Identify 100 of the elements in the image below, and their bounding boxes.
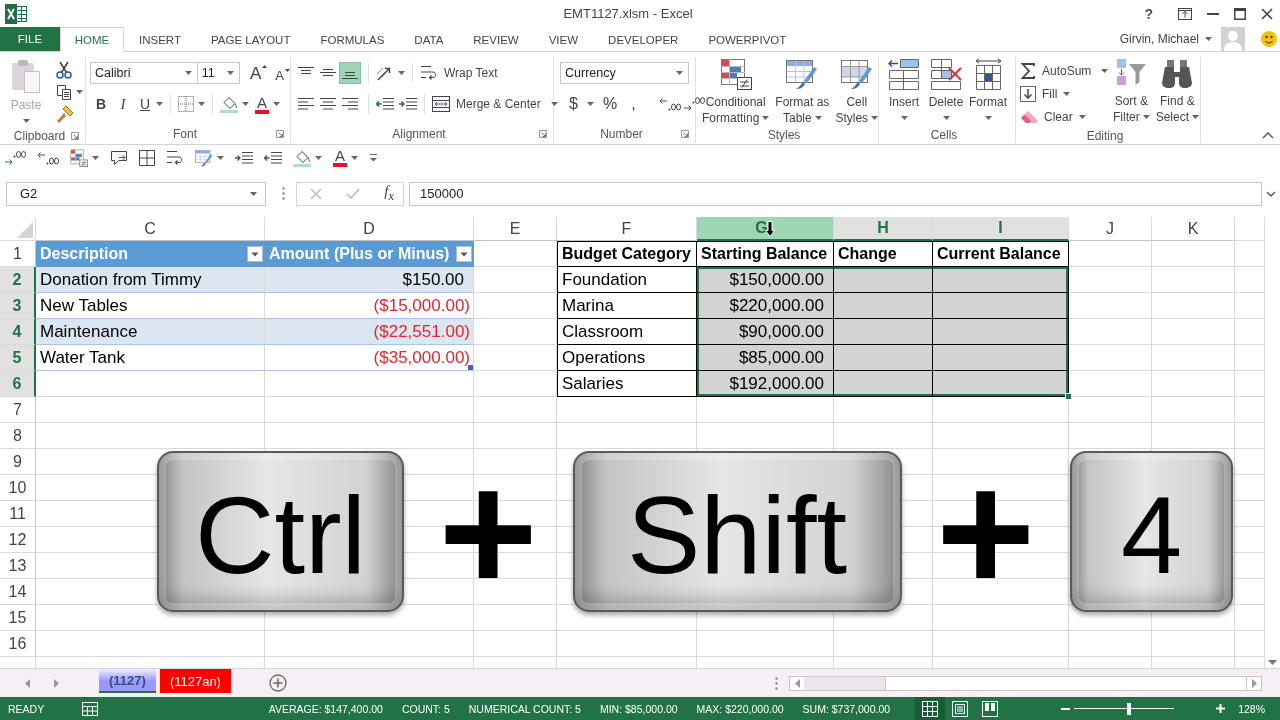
fill-button[interactable]: Fill bbox=[1020, 82, 1071, 105]
speech-bubble-icon[interactable] bbox=[110, 149, 128, 166]
customize-caret-icon[interactable] bbox=[369, 153, 378, 162]
insert-function-button[interactable]: f$_{x}$ bbox=[384, 183, 394, 204]
format-as-table-button[interactable]: Format as Table bbox=[772, 58, 833, 126]
insert-cells-button[interactable]: Insert bbox=[883, 58, 925, 126]
dialog-launcher-icon[interactable] bbox=[276, 130, 284, 138]
font-color-button[interactable]: A bbox=[255, 94, 269, 114]
triangle-left-icon[interactable] bbox=[794, 678, 800, 688]
cell-styles-button[interactable]: Cell Styles bbox=[832, 58, 882, 126]
copy-pages-icon[interactable] bbox=[56, 84, 72, 100]
help-button[interactable]: ? bbox=[1144, 6, 1153, 21]
smiley-icon[interactable] bbox=[1261, 31, 1277, 47]
font-style-button[interactable]: B bbox=[90, 93, 112, 115]
font-style-button[interactable]: U bbox=[134, 93, 156, 115]
formula-input[interactable]: 150000 bbox=[409, 181, 1262, 206]
font-size-combo[interactable]: 11 bbox=[196, 62, 240, 84]
paintbrush-icon[interactable] bbox=[56, 105, 74, 123]
column-header[interactable]: I bbox=[933, 217, 1069, 241]
shrink-font-button[interactable]: A bbox=[275, 68, 290, 82]
delete-cells-button[interactable]: Delete bbox=[925, 58, 967, 126]
align-right-icon[interactable] bbox=[342, 98, 358, 110]
merge-center-button[interactable]: Merge & Center bbox=[432, 93, 541, 115]
align-left-icon[interactable] bbox=[298, 98, 314, 110]
minimize-icon[interactable] bbox=[1207, 12, 1219, 15]
colored-table-icon[interactable] bbox=[70, 148, 88, 167]
zoom-slider-thumb[interactable] bbox=[1127, 702, 1132, 715]
ribbon-tab[interactable]: VIEW bbox=[533, 27, 594, 51]
horizontal-scrollbar[interactable] bbox=[789, 675, 1262, 691]
ribbon-tab[interactable]: REVIEW bbox=[458, 27, 534, 51]
paint-bucket-icon[interactable] bbox=[293, 148, 311, 167]
ribbon-tab[interactable]: HOME bbox=[60, 27, 124, 52]
wrap-text-button[interactable]: Wrap Text bbox=[420, 62, 498, 84]
decimal-left-arrow-icon[interactable] bbox=[37, 150, 59, 165]
clear-button[interactable]: Clear bbox=[1020, 105, 1086, 128]
grow-font-button[interactable]: A bbox=[250, 64, 268, 82]
account-menu[interactable]: Girvin, Michael bbox=[1119, 32, 1212, 46]
ribbon-tab[interactable]: INSERT bbox=[124, 27, 196, 51]
name-box[interactable]: G2 bbox=[6, 181, 266, 206]
ribbon-tab[interactable]: FORMULAS bbox=[305, 27, 400, 51]
maximize-icon[interactable] bbox=[1234, 7, 1246, 20]
triangle-left-icon[interactable] bbox=[25, 678, 30, 688]
zoom-level[interactable]: 128% bbox=[1238, 702, 1265, 715]
plus-icon[interactable] bbox=[1216, 704, 1226, 713]
chevron-down-icon[interactable] bbox=[1266, 190, 1276, 197]
column-header[interactable]: G bbox=[697, 217, 834, 241]
number-format-combo[interactable]: Currency bbox=[560, 62, 689, 84]
minus-icon[interactable] bbox=[1061, 707, 1071, 710]
wrap-lines-icon[interactable] bbox=[166, 149, 184, 166]
filter-dropdown-icon[interactable] bbox=[456, 246, 472, 262]
close-icon[interactable] bbox=[1261, 7, 1273, 20]
vertical-align-button[interactable] bbox=[339, 62, 361, 84]
row-header[interactable]: 5 bbox=[0, 345, 36, 371]
font-name-combo[interactable]: Calibri bbox=[90, 62, 198, 84]
paint-bucket-icon[interactable] bbox=[220, 95, 238, 113]
ribbon-tab[interactable]: DEVELOPER bbox=[593, 27, 694, 51]
conditional-formatting-button[interactable]: Conditional Formatting bbox=[699, 58, 773, 126]
dialog-launcher-icon[interactable] bbox=[539, 130, 547, 138]
row-header[interactable]: 2 bbox=[0, 267, 36, 293]
triangle-down-icon[interactable] bbox=[1268, 660, 1277, 665]
row-header[interactable]: 3 bbox=[0, 293, 36, 319]
autosum-button[interactable]: AutoSum bbox=[1020, 59, 1092, 82]
row-header[interactable]: 4 bbox=[0, 319, 36, 345]
scrollbar-thumb[interactable] bbox=[885, 676, 1247, 690]
check-icon[interactable] bbox=[346, 188, 361, 199]
outdent-arrow-icon[interactable] bbox=[264, 151, 282, 164]
table-brush-icon[interactable] bbox=[195, 148, 213, 167]
number-format-button[interactable]: $ bbox=[564, 95, 583, 113]
plus-circle-icon[interactable] bbox=[268, 674, 287, 692]
spreadsheet-icon[interactable] bbox=[82, 701, 99, 716]
filter-dropdown-icon[interactable] bbox=[247, 246, 263, 262]
ribbon-tab[interactable]: DATA bbox=[399, 27, 459, 51]
triangle-right-icon[interactable] bbox=[54, 678, 59, 688]
normal-view-button[interactable] bbox=[915, 697, 946, 720]
number-format-button[interactable]: % bbox=[597, 95, 623, 113]
chevron-up-icon[interactable] bbox=[1262, 132, 1274, 139]
row-header[interactable]: 6 bbox=[0, 371, 36, 397]
dialog-launcher-icon[interactable] bbox=[71, 132, 79, 140]
number-format-button[interactable]: , bbox=[626, 95, 641, 113]
outdent-arrow-icon[interactable] bbox=[376, 98, 394, 110]
font-style-button[interactable]: I bbox=[112, 93, 134, 115]
table-resize-handle-icon[interactable] bbox=[468, 365, 473, 370]
ribbon-tab[interactable]: POWERPIVOT bbox=[693, 27, 802, 51]
triangle-right-icon[interactable] bbox=[1251, 678, 1257, 688]
scissors-icon[interactable] bbox=[56, 61, 72, 79]
indent-arrow-icon[interactable] bbox=[235, 151, 253, 164]
grid-icon[interactable] bbox=[139, 149, 155, 166]
dialog-launcher-icon[interactable] bbox=[681, 130, 689, 138]
find-select-button[interactable]: Find & Select bbox=[1152, 57, 1203, 128]
ribbon-tab[interactable]: FILE bbox=[0, 27, 60, 51]
ribbon-tab[interactable]: PAGE LAYOUT bbox=[195, 27, 306, 51]
sort-filter-button[interactable]: Sort & Filter bbox=[1110, 57, 1153, 128]
fill-handle-icon[interactable] bbox=[1065, 393, 1072, 400]
decimal-right-arrow-icon[interactable] bbox=[682, 97, 705, 111]
align-center-icon[interactable] bbox=[320, 98, 336, 110]
decimal-right-arrow-icon[interactable] bbox=[4, 150, 26, 165]
sheet-tab[interactable]: (1127an) bbox=[159, 669, 231, 693]
font-color-button[interactable]: A bbox=[333, 148, 347, 167]
indent-arrow-icon[interactable] bbox=[399, 98, 417, 110]
ribbon-display-options-icon[interactable] bbox=[1178, 7, 1192, 20]
